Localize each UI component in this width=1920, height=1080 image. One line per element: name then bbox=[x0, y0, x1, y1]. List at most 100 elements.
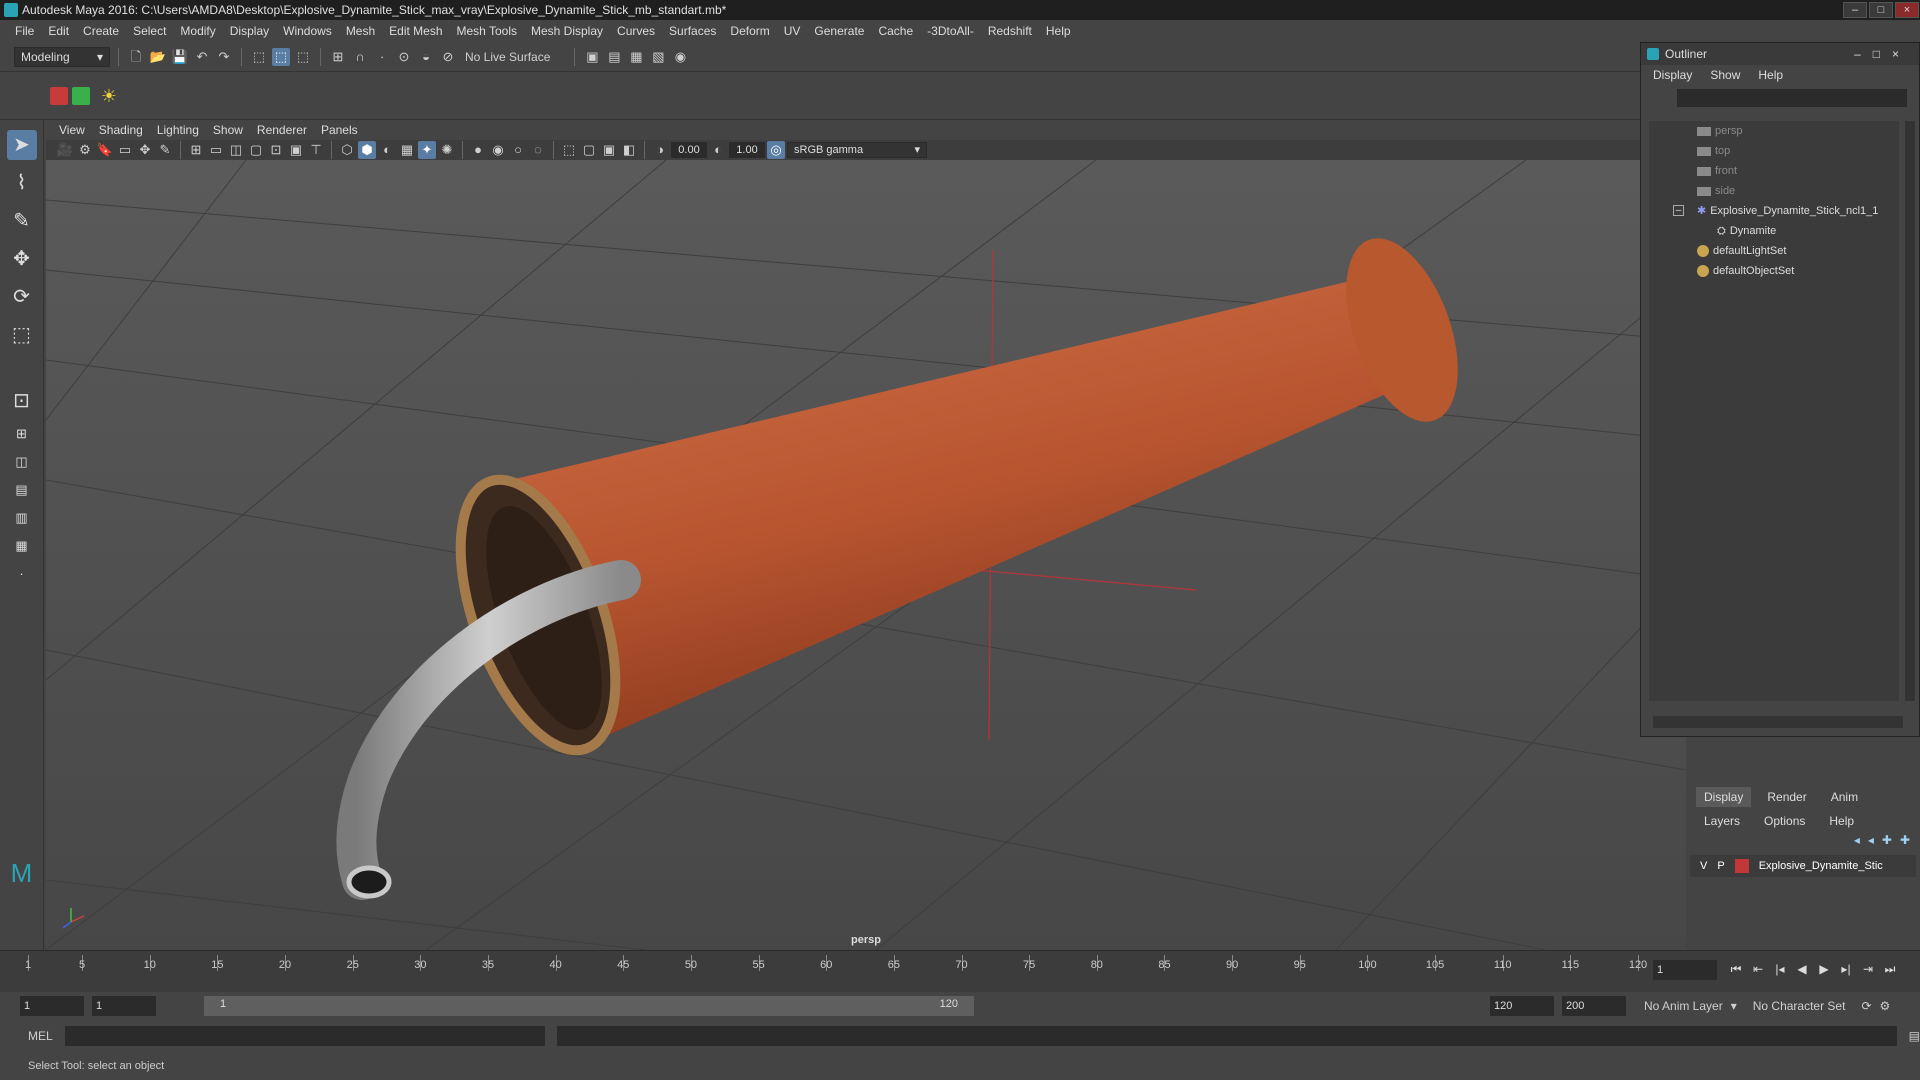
wireframe-on-shaded-icon[interactable]: ◐ bbox=[378, 141, 396, 159]
menu-help[interactable]: Help bbox=[1039, 24, 1078, 38]
outliner-item-top[interactable]: top bbox=[1649, 141, 1899, 161]
use-all-lights-icon[interactable]: ✦ bbox=[418, 141, 436, 159]
smooth-shade-icon[interactable]: ⬢ bbox=[358, 141, 376, 159]
menu-mesh[interactable]: Mesh bbox=[339, 24, 382, 38]
playback-end-field[interactable]: 120 bbox=[1490, 996, 1554, 1016]
menu-windows[interactable]: Windows bbox=[276, 24, 339, 38]
four-view-icon[interactable]: ⊞ bbox=[7, 424, 37, 444]
maximize-button[interactable]: □ bbox=[1869, 2, 1893, 18]
select-object-icon[interactable]: ⬚ bbox=[272, 47, 290, 66]
tab-display[interactable]: Display bbox=[1696, 787, 1752, 807]
grid-icon[interactable]: ⊞ bbox=[187, 141, 205, 159]
redshift-icon[interactable]: ◉ bbox=[671, 48, 689, 66]
layer-playback-toggle[interactable]: P bbox=[1717, 860, 1724, 872]
snap-grid-icon[interactable]: ⊞ bbox=[329, 48, 347, 66]
isolate-select-icon[interactable]: ⬚ bbox=[560, 141, 578, 159]
tab-render[interactable]: Render bbox=[1759, 787, 1814, 807]
auto-key-icon[interactable]: ⟳ bbox=[1861, 999, 1871, 1013]
render-settings-icon[interactable]: ▦ bbox=[627, 48, 645, 66]
range-slider[interactable]: 1 120 bbox=[204, 996, 974, 1016]
panel-menu-show[interactable]: Show bbox=[206, 123, 250, 137]
script-editor-icon[interactable]: ▤ bbox=[1909, 1029, 1920, 1043]
exposure-icon[interactable]: ◑ bbox=[651, 141, 669, 159]
viewport-canvas[interactable] bbox=[46, 160, 1686, 950]
render-frame-icon[interactable]: ▣ bbox=[583, 48, 601, 66]
gate-mask-icon[interactable]: ▢ bbox=[247, 141, 265, 159]
gamma-icon[interactable]: ◐ bbox=[709, 141, 727, 159]
new-scene-icon[interactable]: 🗋 bbox=[127, 48, 145, 66]
select-tool-icon[interactable]: ➤ bbox=[6, 130, 37, 160]
preferences-icon[interactable]: ⚙ bbox=[1880, 999, 1891, 1013]
layer-color-swatch[interactable] bbox=[1734, 859, 1749, 873]
motion-blur-icon[interactable]: ◉ bbox=[489, 141, 507, 159]
start-time-field[interactable]: 1 bbox=[20, 996, 84, 1016]
outliner-vertical-scrollbar[interactable] bbox=[1905, 121, 1915, 701]
shelf-green-icon[interactable] bbox=[72, 86, 90, 105]
x-ray-joints-icon[interactable]: ▣ bbox=[600, 141, 618, 159]
image-plane-icon[interactable]: ▭ bbox=[116, 141, 134, 159]
outliner-horizontal-scrollbar[interactable] bbox=[1653, 716, 1903, 728]
make-live-icon[interactable]: ⊘ bbox=[439, 48, 457, 66]
outliner-menu-help[interactable]: Help bbox=[1758, 68, 1783, 82]
menu-surfaces[interactable]: Surfaces bbox=[662, 24, 723, 38]
mode-dropdown[interactable]: Modeling ▾ bbox=[14, 46, 110, 67]
play-forward-icon[interactable]: ▶ bbox=[1816, 959, 1832, 979]
dynamite-body[interactable] bbox=[502, 278, 1436, 748]
minimize-button[interactable]: – bbox=[1843, 2, 1867, 18]
snap-view-icon[interactable]: ⊙ bbox=[395, 48, 413, 66]
outliner-menu-display[interactable]: Display bbox=[1653, 68, 1692, 82]
panel-menu-shading[interactable]: Shading bbox=[92, 123, 150, 137]
bookmark-icon[interactable]: 🔖 bbox=[96, 141, 114, 159]
outliner-item-side[interactable]: side bbox=[1649, 181, 1899, 201]
safe-action-icon[interactable]: ▣ bbox=[287, 141, 305, 159]
live-surface-label[interactable]: No Live Surface bbox=[465, 50, 550, 64]
panel-menu-view[interactable]: View bbox=[52, 123, 92, 137]
gamma-field[interactable]: 1.00 bbox=[729, 142, 765, 158]
menu-modify[interactable]: Modify bbox=[173, 24, 222, 38]
colorspace-dropdown[interactable]: sRGB gamma ▾ bbox=[787, 142, 927, 158]
script-layout-icon[interactable]: ▦ bbox=[7, 536, 37, 556]
backface-culling-icon[interactable]: ◧ bbox=[620, 141, 638, 159]
wireframe-icon[interactable]: ⬡ bbox=[338, 141, 356, 159]
two-view-icon[interactable]: ◫ bbox=[7, 452, 37, 472]
snap-point-icon[interactable]: ∙ bbox=[373, 48, 391, 66]
outliner-item-persp[interactable]: persp bbox=[1649, 121, 1899, 141]
save-scene-icon[interactable]: 💾 bbox=[171, 48, 189, 66]
grease-pencil-icon[interactable]: ✎ bbox=[156, 141, 174, 159]
menu-edit[interactable]: Edit bbox=[41, 24, 76, 38]
menu-mesh-display[interactable]: Mesh Display bbox=[524, 24, 610, 38]
paint-select-icon[interactable]: ✎ bbox=[7, 206, 37, 236]
menu-display[interactable]: Display bbox=[223, 24, 276, 38]
move-layer-down-icon[interactable]: ◂ bbox=[1868, 833, 1874, 847]
panel-menu-panels[interactable]: Panels bbox=[314, 123, 365, 137]
cmd-language-label[interactable]: MEL bbox=[28, 1029, 53, 1043]
playback-start-field[interactable]: 1 bbox=[92, 996, 156, 1016]
menu-3dtoall[interactable]: -3DtoAll- bbox=[920, 24, 981, 38]
safe-title-icon[interactable]: ⊤ bbox=[307, 141, 325, 159]
color-management-icon[interactable]: ◎ bbox=[767, 141, 785, 159]
ambient-occlusion-icon[interactable]: ● bbox=[469, 141, 487, 159]
outliner-item-defaultlightset[interactable]: defaultLightSet bbox=[1649, 241, 1899, 261]
outliner-item-defaultobjectset[interactable]: defaultObjectSet bbox=[1649, 261, 1899, 281]
menu-curves[interactable]: Curves bbox=[610, 24, 662, 38]
menu-cache[interactable]: Cache bbox=[871, 24, 920, 38]
undo-icon[interactable]: ↶ bbox=[193, 48, 211, 66]
select-component-icon[interactable]: ⬚ bbox=[294, 48, 312, 66]
outliner-item-group[interactable]: – ✱ Explosive_Dynamite_Stick_ncl1_1 bbox=[1649, 201, 1899, 221]
collapse-icon[interactable]: – bbox=[1673, 205, 1684, 216]
close-button[interactable]: × bbox=[1895, 2, 1919, 18]
menu-layers[interactable]: Layers bbox=[1696, 811, 1748, 831]
x-ray-icon[interactable]: ▢ bbox=[580, 141, 598, 159]
shelf-red-icon[interactable] bbox=[50, 86, 68, 105]
move-tool-icon[interactable]: ✥ bbox=[7, 244, 37, 274]
single-view-icon[interactable]: ⊡ bbox=[7, 386, 37, 416]
anim-layer-dropdown[interactable]: No Anim Layer bbox=[1644, 999, 1723, 1013]
rotate-tool-icon[interactable]: ⟳ bbox=[7, 282, 37, 312]
menu-mesh-tools[interactable]: Mesh Tools bbox=[450, 24, 524, 38]
open-scene-icon[interactable]: 📂 bbox=[149, 48, 167, 66]
two-d-pan-icon[interactable]: ✥ bbox=[136, 141, 154, 159]
sun-icon[interactable]: ☀ bbox=[100, 87, 118, 105]
viewport-persp[interactable]: persp bbox=[46, 160, 1686, 950]
step-forward-key-icon[interactable]: ⇥ bbox=[1860, 959, 1876, 979]
end-time-field[interactable]: 200 bbox=[1562, 996, 1626, 1016]
